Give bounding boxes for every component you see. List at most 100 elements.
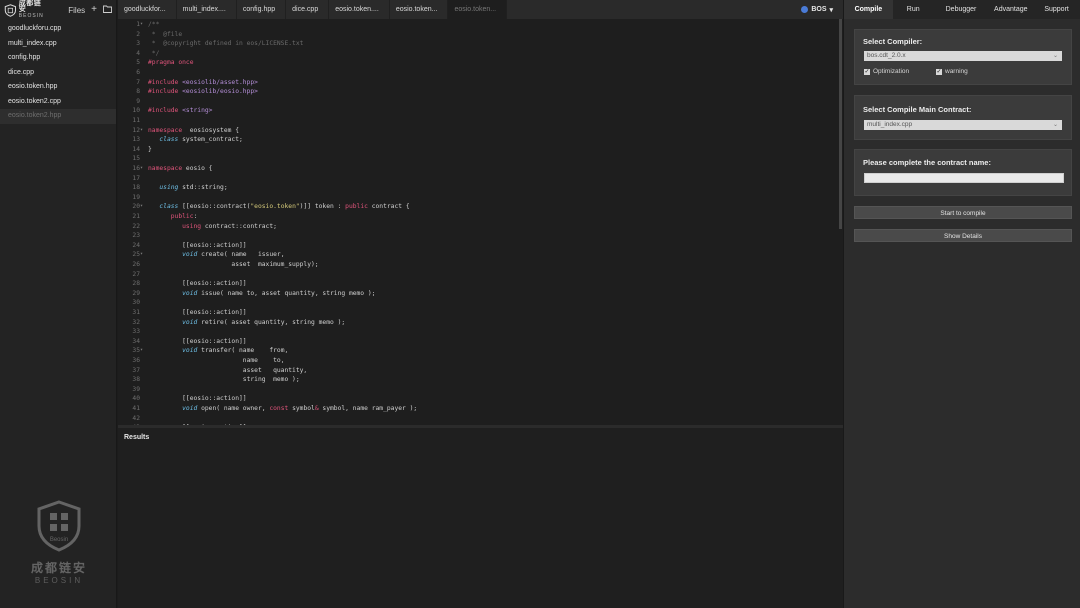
code-line: 26 asset maximum_supply); [118, 260, 838, 270]
code-line: 30 [118, 298, 838, 308]
editor-tab[interactable]: multi_index.... [177, 0, 237, 19]
add-file-icon[interactable]: + [91, 5, 97, 15]
code-token: <eosiolib/eosio.hpp> [182, 88, 258, 96]
code-token: public [345, 203, 368, 211]
editor-tab[interactable]: eosio.token... [448, 0, 508, 19]
chevron-down-icon: ⌄ [1052, 122, 1058, 128]
code-text: using contract::contract; [148, 222, 277, 232]
file-item[interactable]: eosio.token2.hpp [0, 109, 116, 124]
code-line: 21 public: [118, 212, 838, 222]
code-token: <string> [182, 107, 213, 115]
contract-name-input[interactable] [864, 173, 1064, 183]
file-item[interactable]: eosio.token2.cpp [0, 95, 116, 110]
code-line: 7 #include <eosiolib/asset.hpp> [118, 78, 838, 88]
tab-advantage[interactable]: Advantage [988, 0, 1033, 19]
line-number: 31 [132, 309, 140, 316]
code-token: class [159, 203, 179, 211]
shield-logo-icon [4, 3, 17, 17]
code-token: <eosiolib/asset.hpp> [182, 78, 258, 86]
line-number: 32 [132, 318, 140, 326]
code-line: 34 [[eosio::action]] [118, 337, 838, 347]
code-token: [[eosio::contract( [178, 203, 251, 211]
fold-arrow-icon[interactable]: ▾ [140, 164, 143, 174]
fold-arrow-icon[interactable]: ▾ [140, 126, 143, 136]
line-number: 40 [132, 395, 140, 403]
code-line: 5 #pragma once [118, 58, 838, 68]
tab-support[interactable]: Support [1033, 0, 1080, 19]
optimization-checkbox[interactable]: ✓ Optimization [864, 68, 909, 75]
line-number: 9 [136, 97, 140, 105]
code-token: void [182, 318, 198, 326]
code-token: [[eosio::action]] [148, 337, 247, 345]
line-number: 28 [132, 280, 140, 288]
code-text: using std::string; [148, 183, 227, 193]
editor-tab[interactable]: eosio.token.... [329, 0, 390, 19]
show-details-button[interactable]: Show Details [854, 229, 1072, 242]
network-selector[interactable]: BOS ▾ [801, 0, 833, 19]
code-line: 29 void issue( name to, asset quantity, … [118, 289, 838, 299]
sidebar-header: 成都链安 BEOSIN Files + [0, 0, 116, 20]
file-item[interactable]: dice.cpp [0, 66, 116, 81]
code-editor[interactable]: 1 ▾/** 2 * @file 3 * @copyright defined in … [118, 19, 843, 425]
code-token: */ [148, 49, 160, 57]
file-item[interactable]: multi_index.cpp [0, 37, 116, 52]
code-token: /** [148, 21, 160, 28]
line-number: 19 [132, 193, 140, 201]
fold-arrow-icon[interactable]: ▾ [140, 202, 143, 212]
code-text: void retire( asset quantity, string memo… [148, 318, 345, 328]
contract-name-card: Please complete the contract name: [854, 149, 1072, 196]
fold-arrow-icon[interactable]: ▾ [140, 250, 143, 260]
network-label: BOS [811, 6, 827, 13]
line-number: 35 [132, 347, 140, 355]
start-compile-button[interactable]: Start to compile [854, 206, 1072, 219]
line-number: 23 [132, 232, 140, 240]
folder-icon[interactable] [103, 5, 112, 16]
code-text: } [148, 145, 152, 155]
code-text: #include <eosiolib/eosio.hpp> [148, 87, 258, 97]
file-item[interactable]: config.hpp [0, 51, 116, 66]
file-list: goodluckforu.cpp multi_index.cpp config.hp… [0, 22, 116, 124]
code-token: eosiosystem { [182, 126, 239, 134]
code-line: 35 ▾ void transfer( name from, [118, 346, 838, 356]
line-number: 11 [132, 117, 140, 124]
editor-tab[interactable]: dice.cpp [286, 0, 330, 19]
main-contract-select[interactable]: multi_index.cpp ⌄ [864, 120, 1062, 130]
code-line: 14} [118, 145, 838, 155]
fold-arrow-icon[interactable]: ▾ [140, 346, 143, 356]
tab-debugger[interactable]: Debugger [934, 0, 989, 19]
code-token: transfer( name from, [197, 347, 289, 355]
code-line: 36 name to, [118, 356, 838, 366]
tab-compile[interactable]: Compile [844, 0, 893, 19]
code-text: [[eosio::action]] [148, 279, 246, 289]
warning-checkbox[interactable]: ✓ warning [936, 68, 968, 75]
compiler-title: Select Compiler: [863, 37, 923, 46]
editor-tab[interactable]: goodluckfor... [118, 0, 177, 19]
code-text: name to, [148, 356, 285, 366]
file-item[interactable]: goodluckforu.cpp [0, 22, 116, 37]
code-token: asset maximum_supply); [148, 261, 319, 268]
line-number: 34 [132, 337, 140, 345]
right-panel-tabs: Compile Run Debugger Advantage Support [844, 0, 1080, 19]
file-item[interactable]: eosio.token.hpp [0, 80, 116, 95]
files-label: Files [68, 5, 86, 15]
editor-tab[interactable]: config.hpp [237, 0, 287, 19]
code-token: symbol, name ram_payer ); [318, 405, 418, 412]
code-line: 23 [118, 231, 838, 241]
checkbox-icon: ✓ [936, 68, 942, 75]
code-text: * @copyright defined in eos/LICENSE.txt [148, 39, 304, 49]
fold-arrow-icon[interactable]: ▾ [140, 20, 143, 30]
code-line: 8 #include <eosiolib/eosio.hpp> [118, 87, 838, 97]
compiler-select[interactable]: bos.cdt_2.0.x ⌄ [864, 51, 1062, 61]
editor-scrollbar[interactable] [839, 19, 842, 229]
tab-run[interactable]: Run [893, 0, 934, 19]
line-number: 27 [132, 270, 140, 278]
results-title: Results [124, 434, 150, 441]
code-token: #pragma once [148, 59, 194, 67]
code-token: issue( name to, asset quantity, string m… [197, 289, 376, 297]
editor-tab[interactable]: eosio.token... [390, 0, 449, 19]
